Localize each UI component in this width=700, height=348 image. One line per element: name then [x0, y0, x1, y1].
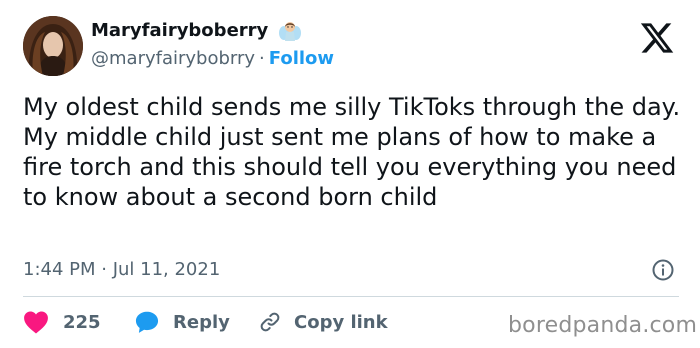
reply-label: Reply [173, 311, 230, 333]
reply-button[interactable]: Reply [133, 308, 230, 336]
like-count: 225 [63, 311, 101, 333]
fairy-emoji-icon [279, 22, 301, 41]
handle[interactable]: @maryfairybobrry [91, 48, 255, 69]
like-button[interactable]: 225 [23, 308, 101, 336]
x-logo-icon[interactable] [638, 20, 676, 56]
display-name[interactable]: Maryfairyboberry [91, 20, 268, 42]
link-icon [260, 312, 280, 332]
reply-bubble-icon [135, 311, 159, 333]
copy-link-label: Copy link [294, 311, 388, 333]
watermark: boredpanda.com [508, 313, 698, 338]
handle-row: @maryfairybobrry · Follow [91, 48, 334, 70]
follow-link[interactable]: Follow [269, 48, 334, 69]
timestamp[interactable]: 1:44 PM · Jul 11, 2021 [23, 259, 220, 281]
avatar[interactable] [23, 16, 83, 76]
tweet-card: Maryfairyboberry @maryfairybobrry · Follow… [0, 0, 700, 348]
copy-link-button[interactable]: Copy link [258, 308, 388, 336]
info-icon[interactable] [651, 258, 675, 282]
separator-dot: · [259, 48, 265, 69]
divider [23, 296, 679, 297]
heart-icon [24, 311, 48, 334]
tweet-text: My oldest child sends me silly TikToks t… [23, 93, 681, 211]
